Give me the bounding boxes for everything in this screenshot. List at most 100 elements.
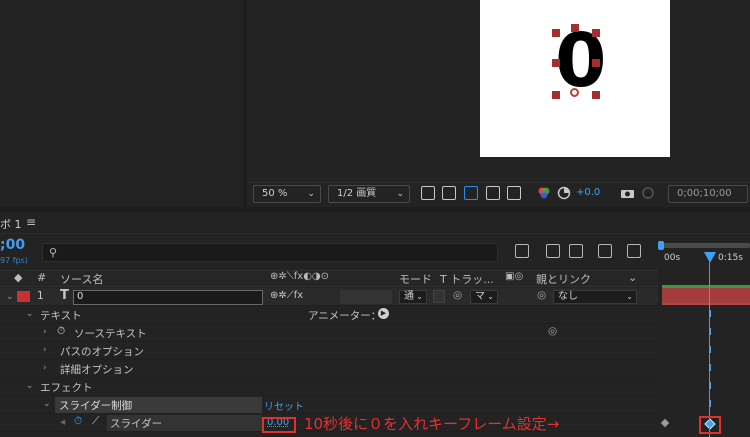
snapshot-camera-icon[interactable] bbox=[620, 187, 635, 199]
graph-icon[interactable]: ⟋ bbox=[92, 415, 99, 428]
fast-preview-icon[interactable] bbox=[421, 186, 435, 200]
tree-row-effects[interactable] bbox=[0, 378, 658, 396]
effects-label: エフェクト bbox=[40, 382, 93, 394]
preserve-transparency-box[interactable] bbox=[433, 290, 445, 303]
column-num[interactable]: # bbox=[37, 271, 46, 284]
current-time[interactable]: ;00 bbox=[0, 237, 25, 253]
chevron-down-icon: ⌄ bbox=[626, 292, 633, 301]
transform-handle[interactable] bbox=[552, 59, 560, 67]
pickwhip-icon[interactable]: ◎ bbox=[537, 289, 546, 301]
layer-switch-boxes[interactable] bbox=[340, 290, 392, 304]
mode-dropdown[interactable]: 通 ⌄ bbox=[399, 290, 427, 304]
column-track-matte[interactable]: T トラッ... bbox=[440, 271, 494, 287]
playhead-line[interactable] bbox=[709, 262, 710, 437]
column-source-name[interactable]: ソース名 bbox=[60, 271, 103, 287]
matte-icons: ▣◎ bbox=[505, 271, 524, 282]
text-group-label: テキスト bbox=[40, 310, 82, 322]
timeline-tab-bar: ボ 1 ≡ bbox=[0, 212, 750, 234]
exposure-value[interactable]: +0.0 bbox=[576, 187, 600, 198]
stopwatch-active-icon[interactable]: ⏱ bbox=[74, 415, 82, 428]
layer-switches-icons[interactable]: ⊕✲⟋fx bbox=[270, 290, 303, 301]
slider-control-label: スライダー制御 bbox=[59, 400, 133, 412]
transform-handle[interactable] bbox=[592, 59, 600, 67]
motion-blur-icon[interactable] bbox=[627, 244, 641, 258]
ruler-label-15s: 0:15s bbox=[718, 253, 743, 263]
guides-grid-icon[interactable] bbox=[507, 186, 521, 200]
stopwatch-icon[interactable]: ⏱ bbox=[57, 325, 65, 338]
animator-label: アニメーター： bbox=[308, 310, 382, 322]
expand-chevron-icon[interactable]: ⌄ bbox=[26, 309, 34, 319]
panel-menu-icon[interactable]: ≡ bbox=[26, 215, 36, 229]
transparency-grid-icon[interactable] bbox=[442, 186, 456, 200]
expand-chevron-icon[interactable]: › bbox=[43, 327, 47, 337]
layer-index: 1 bbox=[37, 290, 44, 302]
parent-dropdown[interactable]: なし ⌄ bbox=[553, 290, 637, 304]
color-channels-icon[interactable] bbox=[537, 186, 551, 200]
parent-value: なし bbox=[558, 291, 578, 302]
layer-name-input[interactable]: 0 bbox=[73, 290, 263, 305]
layer-duration-bar[interactable] bbox=[662, 288, 750, 305]
shy-layers-icon[interactable] bbox=[569, 244, 583, 258]
ruler-label-start: 00s bbox=[664, 253, 681, 263]
slider-label: スライダー bbox=[110, 418, 163, 430]
layer-search-input[interactable]: ⚲ bbox=[42, 243, 498, 262]
comp-mini-flowchart-icon[interactable] bbox=[515, 244, 529, 258]
label-color-swatch[interactable] bbox=[17, 291, 30, 302]
transform-handle[interactable] bbox=[592, 29, 600, 37]
chevron-down-icon: ⌄ bbox=[307, 189, 315, 199]
resolution-value: 1/2 画質 bbox=[337, 188, 377, 199]
resolution-dropdown[interactable]: 1/2 画質 ⌄ bbox=[328, 185, 410, 203]
text-layer-type-icon: T bbox=[60, 288, 69, 303]
keyframe-navigator-icon[interactable]: ◂ bbox=[60, 416, 65, 428]
chevron-icon[interactable]: ⌄ bbox=[628, 271, 637, 284]
expand-chevron-icon[interactable]: ⌄ bbox=[26, 381, 34, 391]
reset-exposure-icon[interactable] bbox=[557, 186, 571, 200]
anchor-point-icon[interactable] bbox=[570, 88, 579, 97]
expand-chevron-icon[interactable]: › bbox=[43, 345, 47, 355]
work-area-start-handle[interactable] bbox=[658, 241, 664, 250]
track-matte-icon[interactable]: ◎ bbox=[453, 289, 462, 301]
zoom-value: 50 % bbox=[262, 188, 288, 199]
mode-value: 通 bbox=[404, 291, 414, 302]
expand-chevron-icon[interactable]: › bbox=[43, 363, 47, 373]
expand-chevron-icon[interactable]: ⌄ bbox=[43, 399, 51, 409]
search-icon: ⚲ bbox=[49, 246, 58, 259]
transform-handle[interactable] bbox=[571, 24, 579, 32]
track-matte-value: マ bbox=[475, 291, 485, 302]
reset-link[interactable]: リセット bbox=[264, 398, 304, 413]
path-options-label: パスのオプション bbox=[60, 346, 144, 358]
source-text-label: ソーステキスト bbox=[74, 328, 147, 340]
annotation-text: 10秒後に０を入れキーフレーム設定→ bbox=[304, 415, 560, 433]
playhead-icon[interactable] bbox=[704, 252, 716, 263]
layer-name-value: 0 bbox=[77, 291, 84, 302]
annotation-box-keyframe bbox=[699, 416, 721, 434]
track-matte-dropdown[interactable]: マ ⌄ bbox=[470, 290, 498, 304]
column-mode[interactable]: モード bbox=[399, 271, 432, 287]
chevron-down-icon: ⌄ bbox=[487, 292, 494, 301]
timecode-value: 0;00;10;00 bbox=[677, 188, 732, 199]
label-column-icon[interactable]: ◆ bbox=[14, 271, 22, 284]
animator-add-icon[interactable]: ▶ bbox=[378, 308, 389, 319]
transform-handle[interactable] bbox=[552, 29, 560, 37]
frame-rate: 97 fps) bbox=[0, 256, 28, 265]
pickwhip-icon[interactable]: ◎ bbox=[548, 325, 557, 337]
region-of-interest-icon[interactable] bbox=[486, 186, 500, 200]
draft-3d-icon[interactable] bbox=[546, 244, 560, 258]
annotation-box-value bbox=[262, 417, 296, 433]
mask-path-icon[interactable] bbox=[464, 186, 478, 200]
work-area-bar[interactable] bbox=[662, 243, 750, 248]
transform-handle[interactable] bbox=[592, 91, 600, 99]
chevron-down-icon: ⌄ bbox=[416, 292, 423, 301]
switches-column-icons[interactable]: ⊕✲⟍fx◐◑⊙ bbox=[270, 271, 329, 282]
more-options-label: 詳細オプション bbox=[60, 364, 134, 376]
column-parent[interactable]: 親とリンク bbox=[536, 271, 591, 287]
zoom-dropdown[interactable]: 50 % ⌄ bbox=[253, 185, 321, 203]
project-panel bbox=[0, 0, 243, 207]
transform-handle[interactable] bbox=[552, 91, 560, 99]
frame-blending-icon[interactable] bbox=[598, 244, 612, 258]
expand-chevron-icon[interactable]: ⌄ bbox=[6, 292, 14, 302]
timeline-tab[interactable]: ボ 1 bbox=[0, 216, 22, 232]
chevron-down-icon: ⌄ bbox=[396, 189, 404, 199]
show-snapshot-icon[interactable] bbox=[641, 186, 655, 200]
current-time-display[interactable]: 0;00;10;00 bbox=[668, 185, 748, 203]
